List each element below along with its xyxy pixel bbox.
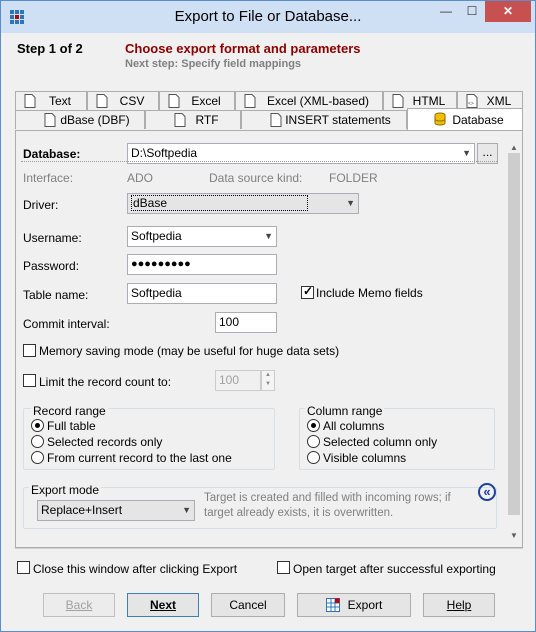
- tab-excel[interactable]: Excel: [159, 91, 235, 110]
- tab-rtf[interactable]: RTF: [145, 110, 241, 129]
- include-memo-checkbox[interactable]: [301, 284, 314, 299]
- scroll-down-arrow[interactable]: ▼: [508, 531, 520, 541]
- current-to-last-label: From current record to the last one: [47, 451, 232, 465]
- tab-label: Database: [452, 113, 504, 127]
- cancel-label: Cancel: [229, 598, 267, 612]
- memory-saving-label: Memory saving mode (may be useful for hu…: [39, 344, 340, 358]
- spin-up-icon[interactable]: ▲: [262, 371, 274, 380]
- tab-label: Excel (XML-based): [266, 94, 370, 108]
- table-name-label: Table name:: [23, 288, 89, 302]
- username-value: Softpedia: [131, 229, 182, 243]
- commit-interval-field[interactable]: 100: [215, 312, 277, 333]
- back-label: Back: [65, 598, 93, 612]
- source-kind-value: FOLDER: [329, 171, 378, 185]
- export-mode-value: Replace+Insert: [41, 503, 123, 517]
- radio-selected-records[interactable]: [31, 435, 44, 448]
- minimize-button[interactable]: —: [433, 1, 459, 22]
- step-title: Choose export format and parameters: [125, 41, 361, 56]
- export-button[interactable]: Export: [297, 593, 411, 617]
- back-button[interactable]: Back: [43, 593, 115, 617]
- tab-label: CSV: [119, 94, 145, 108]
- chevron-down-icon: ▼: [264, 231, 273, 241]
- username-label: Username:: [23, 231, 82, 245]
- include-memo-label: Include Memo fields: [316, 286, 423, 300]
- close-after-label: Close this window after clicking Export: [33, 562, 238, 576]
- limit-records-label: Limit the record count to:: [39, 375, 172, 389]
- all-columns-label: All columns: [323, 419, 385, 433]
- open-target-checkbox[interactable]: [277, 561, 290, 574]
- driver-label: Driver:: [23, 198, 59, 212]
- export-mode-description: Target is created and filled with incomi…: [204, 492, 451, 519]
- title-bar: Export to File or Database... — ☐ ✕: [1, 1, 535, 33]
- export-mode-title: Export mode: [29, 483, 102, 497]
- table-name-field[interactable]: Softpedia: [127, 283, 277, 304]
- svg-text:<>: <>: [468, 101, 474, 107]
- help-button[interactable]: Help: [423, 593, 495, 617]
- next-label: Next: [149, 598, 176, 612]
- divider: [21, 161, 497, 162]
- export-dialog: Export to File or Database... — ☐ ✕ Step…: [0, 0, 536, 632]
- radio-all-columns[interactable]: [307, 419, 320, 432]
- limit-records-field[interactable]: 100: [215, 370, 261, 391]
- visible-columns-label: Visible columns: [323, 451, 407, 465]
- help-label: Help: [446, 598, 472, 612]
- wizard-header: Step 1 of 2 Choose export format and par…: [1, 33, 535, 87]
- tab-excel-xml[interactable]: Excel (XML-based): [235, 91, 383, 110]
- collapse-icon[interactable]: «: [478, 483, 496, 501]
- limit-spinner[interactable]: ▲ ▼: [261, 370, 275, 391]
- open-target-label: Open target after successful exporting: [293, 562, 496, 576]
- column-range-title: Column range: [305, 404, 385, 418]
- tab-text[interactable]: Text: [15, 91, 87, 110]
- tab-label: RTF: [195, 113, 219, 127]
- full-table-label: Full table: [47, 419, 96, 433]
- password-label: Password:: [23, 259, 80, 273]
- next-step-hint: Next step: Specify field mappings: [125, 58, 302, 70]
- tab-dbase[interactable]: dBase (DBF): [15, 110, 145, 129]
- limit-records-checkbox[interactable]: [23, 374, 36, 387]
- radio-selected-column[interactable]: [307, 435, 320, 448]
- scroll-up-arrow[interactable]: ▲: [508, 143, 520, 153]
- tab-label: Excel: [191, 94, 221, 108]
- close-button[interactable]: ✕: [485, 1, 531, 22]
- tab-label: Text: [48, 94, 71, 108]
- commit-interval-label: Commit interval:: [23, 317, 110, 331]
- chevron-down-icon: ▼: [182, 505, 191, 515]
- radio-current-to-last[interactable]: [31, 451, 44, 464]
- radio-full-table[interactable]: [31, 419, 44, 432]
- chevron-down-icon: ▼: [346, 198, 355, 208]
- selected-records-label: Selected records only: [47, 435, 163, 449]
- spin-down-icon[interactable]: ▼: [262, 380, 274, 389]
- driver-value: dBase: [131, 195, 309, 211]
- export-grid-icon: [326, 598, 340, 612]
- tab-label: dBase (DBF): [60, 113, 130, 127]
- divider: [15, 548, 523, 549]
- next-button[interactable]: Next: [127, 593, 199, 617]
- tab-insert-statements[interactable]: INSERT statements: [241, 110, 407, 129]
- password-field[interactable]: ●●●●●●●●●: [127, 254, 277, 275]
- tab-label: INSERT statements: [285, 113, 391, 127]
- interface-label: Interface:: [23, 171, 74, 185]
- tab-csv[interactable]: CSV: [87, 91, 159, 110]
- radio-visible-columns[interactable]: [307, 451, 320, 464]
- database-value: D:\Softpedia: [131, 146, 198, 160]
- interface-value: ADO: [127, 171, 154, 185]
- cancel-button[interactable]: Cancel: [211, 593, 285, 617]
- scrollbar-thumb[interactable]: [508, 153, 520, 515]
- close-after-checkbox[interactable]: [17, 561, 30, 574]
- maximize-button[interactable]: ☐: [459, 1, 485, 22]
- export-mode-select[interactable]: Replace+Insert ▼: [37, 500, 195, 521]
- selected-column-label: Selected column only: [323, 435, 438, 449]
- step-indicator: Step 1 of 2: [17, 41, 83, 56]
- record-range-title: Record range: [31, 404, 108, 418]
- source-kind-label: Data source kind:: [209, 171, 303, 185]
- tab-database[interactable]: Database: [407, 108, 523, 130]
- memory-saving-checkbox[interactable]: [23, 344, 36, 357]
- username-combo[interactable]: Softpedia ▼: [127, 226, 277, 247]
- driver-select[interactable]: dBase ▼: [127, 193, 359, 214]
- database-label: Database:: [23, 147, 81, 161]
